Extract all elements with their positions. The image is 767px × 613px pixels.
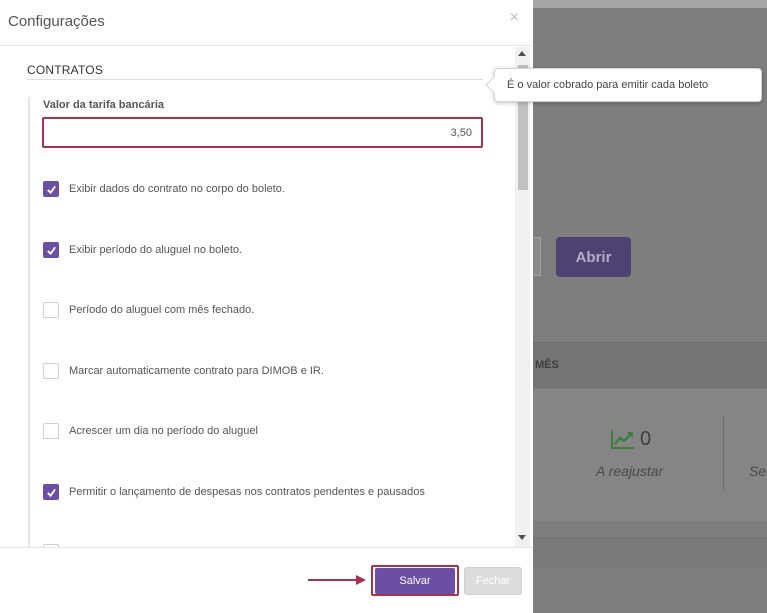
- option-row[interactable]: Permitir o lançamento de despesas nos co…: [43, 483, 425, 501]
- trending-up-icon: [611, 430, 634, 449]
- option-label: Permitir o lançamento de despesas nos co…: [69, 486, 425, 498]
- option-row[interactable]: Período do aluguel com mês fechado.: [43, 301, 254, 319]
- option-checkbox[interactable]: [43, 484, 59, 500]
- section-title: CONTRATOS: [27, 63, 104, 77]
- close-button[interactable]: Fechar: [464, 567, 522, 595]
- background-stats-card: [533, 389, 767, 521]
- option-checkbox[interactable]: [43, 423, 59, 439]
- option-label: Exibir dados do contrato no corpo do bol…: [69, 183, 285, 195]
- save-button[interactable]: Salvar: [375, 568, 455, 594]
- option-row[interactable]: Exibir período do aluguel no boleto.: [43, 241, 242, 259]
- arrow-right-icon: [308, 575, 366, 585]
- option-checkbox[interactable]: [43, 363, 59, 379]
- modal-footer: Salvar Fechar: [0, 547, 533, 613]
- stat-label-2: Ser: [749, 463, 767, 479]
- stat-divider: [723, 416, 724, 490]
- option-label: Período do aluguel com mês fechado.: [69, 304, 255, 316]
- option-row[interactable]: Exibir dados do contrato no corpo do bol…: [43, 180, 285, 198]
- option-label: Exibir período do aluguel no boleto.: [69, 244, 243, 256]
- open-button: Abrir: [556, 237, 631, 277]
- option-checkbox[interactable]: [43, 242, 59, 258]
- option-checkbox[interactable]: [43, 181, 59, 197]
- modal-title: Configurações: [8, 13, 105, 30]
- check-icon: [46, 185, 56, 194]
- background-lower-panel: [533, 538, 767, 568]
- background-topbar: [533, 0, 767, 8]
- fee-tooltip: É o valor cobrado para emitir cada bolet…: [485, 68, 762, 102]
- section-divider: [27, 79, 483, 80]
- check-icon: [46, 246, 56, 255]
- stat-value: 0: [640, 428, 652, 450]
- option-label: Marcar automaticamente contrato para DIM…: [69, 365, 324, 377]
- stat-label: A reajustar: [596, 463, 664, 479]
- background-input: [533, 237, 541, 276]
- fee-field-label: Valor da tarifa bancária: [43, 99, 165, 111]
- scroll-down-arrow-icon[interactable]: [518, 535, 526, 540]
- close-icon[interactable]: ×: [510, 9, 519, 27]
- modal-body: CONTRATOS Valor da tarifa bancária Exibi…: [0, 47, 533, 547]
- scrollbar[interactable]: [515, 47, 530, 547]
- option-row[interactable]: Acrescer um dia no período do aluguel: [43, 422, 258, 440]
- tooltip-text: É o valor cobrado para emitir cada bolet…: [507, 79, 709, 91]
- background-section-label: MÊS: [535, 359, 559, 371]
- background-section-header: MÊS: [533, 342, 767, 388]
- option-checkbox[interactable]: [43, 302, 59, 318]
- option-row[interactable]: Marcar automaticamente contrato para DIM…: [43, 362, 324, 380]
- modal-header: Configurações ×: [0, 0, 533, 46]
- section-left-rule: [28, 97, 30, 547]
- option-label: Acrescer um dia no período do aluguel: [69, 425, 258, 437]
- scroll-up-arrow-icon[interactable]: [518, 51, 526, 56]
- fee-input[interactable]: [42, 117, 483, 148]
- check-icon: [46, 488, 56, 497]
- settings-modal: Configurações × CONTRATOS Valor da tarif…: [0, 0, 533, 613]
